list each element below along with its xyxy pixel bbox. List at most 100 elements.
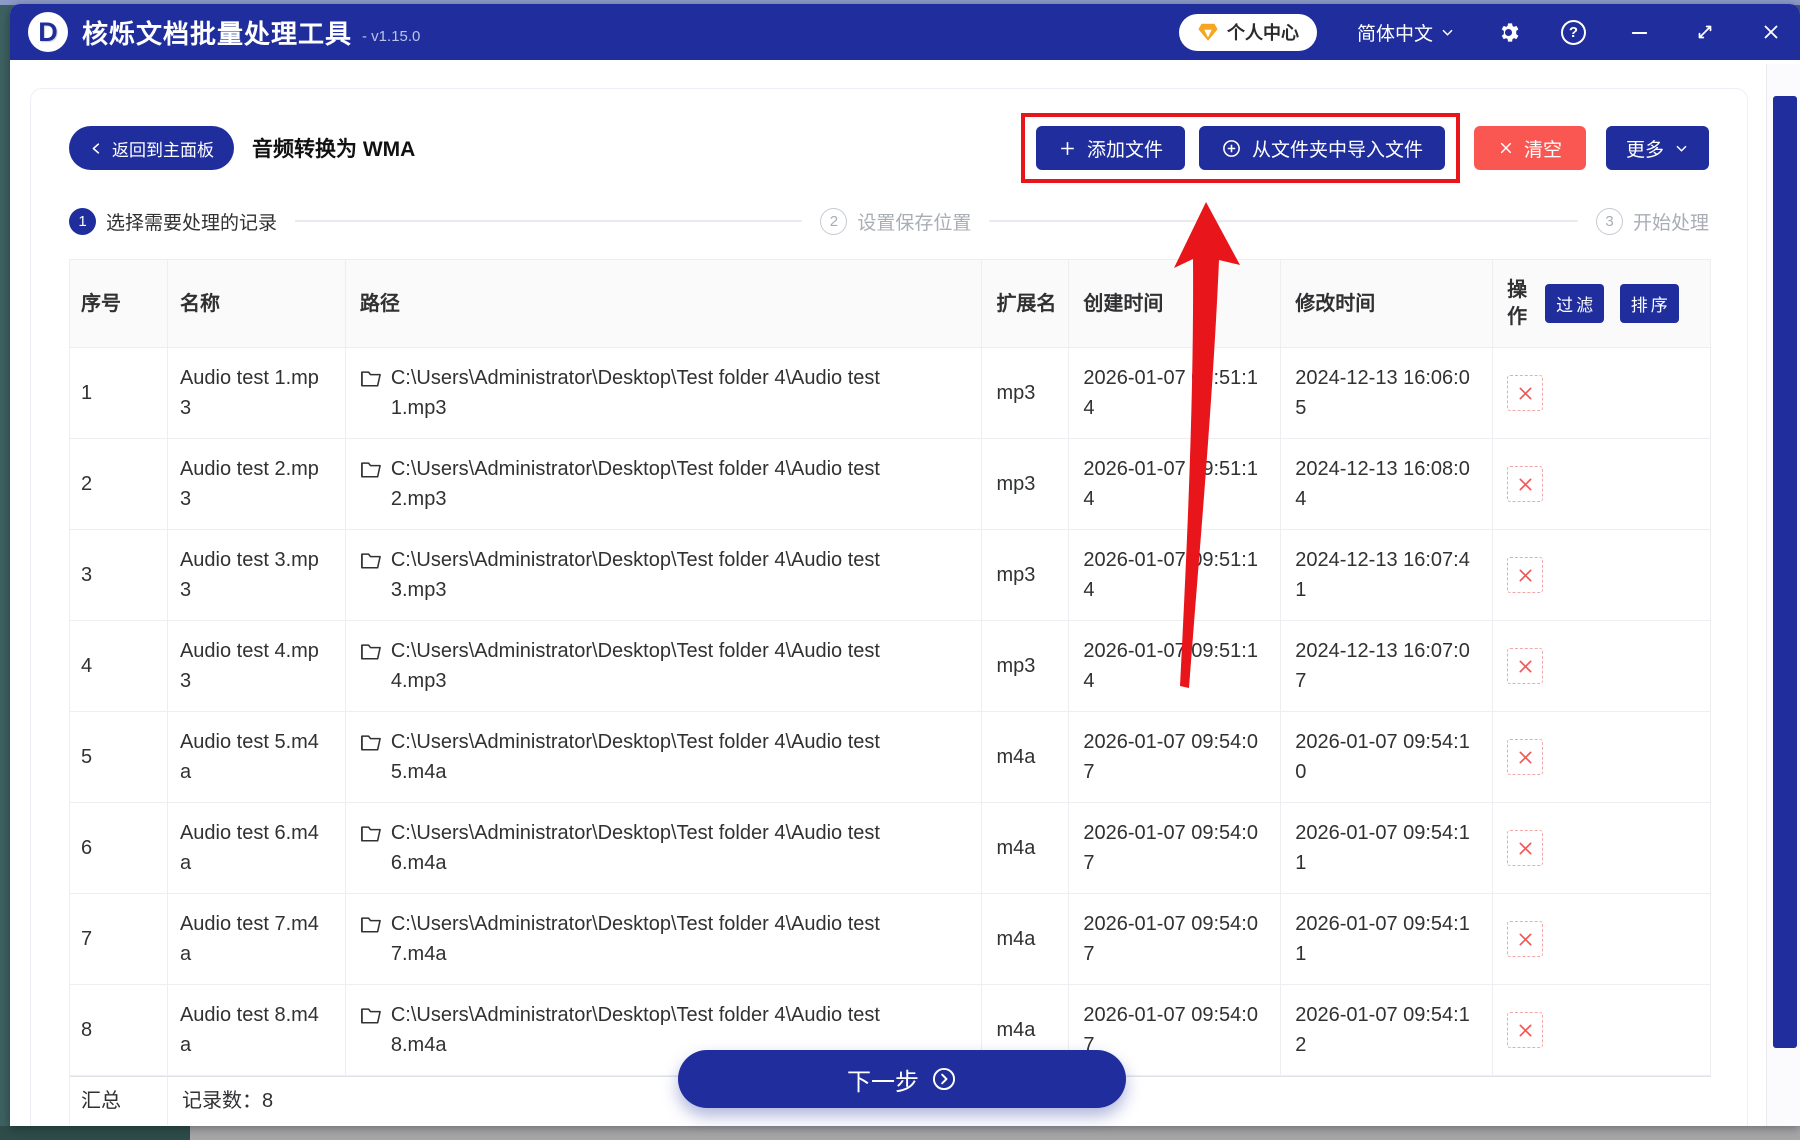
step-2: 2 设置保存位置 — [820, 208, 971, 235]
header-action: 操作 过滤 排序 — [1493, 260, 1711, 348]
more-button[interactable]: 更多 — [1606, 126, 1709, 170]
help-icon[interactable]: ? — [1561, 20, 1586, 45]
import-folder-button[interactable]: 从文件夹中导入文件 — [1199, 126, 1445, 170]
delete-row-button[interactable] — [1507, 1012, 1543, 1048]
cell-path: C:\Users\Administrator\Desktop\Test fold… — [346, 439, 983, 530]
language-label: 简体中文 — [1357, 19, 1433, 46]
cell-extension: m4a — [982, 894, 1069, 985]
cell-modified: 2024-12-13 16:07:07 — [1281, 621, 1493, 712]
table-row: 6Audio test 6.m4a C:\Users\Administrator… — [70, 803, 1711, 894]
cell-created: 2026-01-07 09:54:07 — [1069, 803, 1281, 894]
main-panel: 返回到主面板 音频转换为 WMA 添加文件 从文件夹中导入文件 — [30, 88, 1748, 1126]
maximize-button[interactable] — [1692, 19, 1718, 45]
cell-path: C:\Users\Administrator\Desktop\Test fold… — [346, 803, 983, 894]
step-connector — [989, 220, 1578, 222]
vip-gem-icon — [1197, 21, 1219, 43]
header-name: 名称 — [168, 260, 346, 348]
folder-icon — [360, 636, 382, 661]
titlebar: D 核烁文档批量处理工具 - v1.15.0 个人中心 简体中文 ? — [10, 4, 1800, 60]
cell-extension: m4a — [982, 712, 1069, 803]
desktop-fragment — [0, 1126, 190, 1140]
delete-x-icon — [1516, 748, 1535, 767]
delete-row-button[interactable] — [1507, 648, 1543, 684]
step-3: 3 开始处理 — [1596, 208, 1709, 235]
delete-row-button[interactable] — [1507, 557, 1543, 593]
folder-icon — [360, 818, 382, 843]
cell-action — [1493, 439, 1711, 530]
delete-row-button[interactable] — [1507, 921, 1543, 957]
table-header: 序号 名称 路径 扩展名 创建时间 修改时间 操作 过滤 排序 — [70, 260, 1711, 348]
filter-button[interactable]: 过滤 — [1545, 284, 1604, 323]
delete-row-button[interactable] — [1507, 830, 1543, 866]
account-center-button[interactable]: 个人中心 — [1179, 14, 1317, 51]
cell-modified: 2024-12-13 16:08:04 — [1281, 439, 1493, 530]
folder-icon — [360, 363, 382, 388]
back-button-label: 返回到主面板 — [112, 136, 214, 161]
scrollbar-track[interactable] — [1766, 64, 1800, 1126]
delete-row-button[interactable] — [1507, 466, 1543, 502]
cell-name: Audio test 6.m4a — [168, 803, 346, 894]
cell-index: 5 — [70, 712, 168, 803]
clear-button[interactable]: 清空 — [1474, 126, 1586, 170]
language-selector[interactable]: 简体中文 — [1357, 19, 1455, 46]
cell-created: 2026-01-07 09:54:07 — [1069, 712, 1281, 803]
folder-icon — [360, 454, 382, 479]
cell-extension: mp3 — [982, 530, 1069, 621]
delete-x-icon — [1516, 930, 1535, 949]
step-3-number: 3 — [1596, 208, 1623, 235]
import-folder-label: 从文件夹中导入文件 — [1252, 135, 1423, 162]
sort-button[interactable]: 排序 — [1620, 284, 1679, 323]
table-row: 7Audio test 7.m4a C:\Users\Administrator… — [70, 894, 1711, 985]
header-index: 序号 — [70, 260, 168, 348]
header-path: 路径 — [346, 260, 983, 348]
cell-created: 2026-01-07 09:54:07 — [1069, 894, 1281, 985]
file-table: 序号 名称 路径 扩展名 创建时间 修改时间 操作 过滤 排序 1Audio t… — [69, 259, 1711, 1125]
cell-path: C:\Users\Administrator\Desktop\Test fold… — [346, 621, 983, 712]
chevron-down-icon — [1440, 19, 1455, 45]
table-row: 3Audio test 3.mp3 C:\Users\Administrator… — [70, 530, 1711, 621]
close-button[interactable] — [1758, 19, 1784, 45]
cell-created: 2026-01-07 09:51:14 — [1069, 530, 1281, 621]
cell-index: 6 — [70, 803, 168, 894]
toolbar: 返回到主面板 音频转换为 WMA 添加文件 从文件夹中导入文件 — [69, 113, 1709, 183]
folder-icon — [360, 909, 382, 934]
chevron-left-icon — [89, 135, 104, 161]
step-2-number: 2 — [820, 208, 847, 235]
more-button-label: 更多 — [1626, 135, 1664, 162]
cell-modified: 2026-01-07 09:54:11 — [1281, 803, 1493, 894]
cell-index: 4 — [70, 621, 168, 712]
app-version: - v1.15.0 — [362, 28, 420, 45]
cell-modified: 2024-12-13 16:07:41 — [1281, 530, 1493, 621]
header-action-label: 操作 — [1507, 277, 1531, 331]
cell-action — [1493, 530, 1711, 621]
cell-modified: 2024-12-13 16:06:05 — [1281, 348, 1493, 439]
app-logo: D — [28, 12, 68, 52]
cell-extension: mp3 — [982, 439, 1069, 530]
taskbar-fragment — [190, 1126, 1800, 1140]
delete-x-icon — [1516, 657, 1535, 676]
next-step-button[interactable]: 下一步 — [678, 1050, 1126, 1108]
table-body: 1Audio test 1.mp3 C:\Users\Administrator… — [70, 348, 1711, 1076]
app-window: D 核烁文档批量处理工具 - v1.15.0 个人中心 简体中文 ? — [10, 4, 1800, 1126]
back-button[interactable]: 返回到主面板 — [69, 126, 234, 170]
cell-modified: 2026-01-07 09:54:11 — [1281, 894, 1493, 985]
delete-row-button[interactable] — [1507, 375, 1543, 411]
cell-index: 2 — [70, 439, 168, 530]
settings-gear-icon[interactable] — [1495, 19, 1521, 45]
delete-x-icon — [1516, 839, 1535, 858]
step-3-label: 开始处理 — [1633, 208, 1709, 235]
add-files-button[interactable]: 添加文件 — [1036, 126, 1185, 170]
cell-action — [1493, 712, 1711, 803]
cell-path: C:\Users\Administrator\Desktop\Test fold… — [346, 894, 983, 985]
chevron-down-icon — [1674, 135, 1689, 161]
cell-created: 2026-01-07 09:51:14 — [1069, 439, 1281, 530]
cell-index: 7 — [70, 894, 168, 985]
cell-action — [1493, 803, 1711, 894]
scrollbar-thumb[interactable] — [1773, 96, 1797, 1048]
minimize-button[interactable] — [1626, 19, 1652, 45]
account-center-label: 个人中心 — [1227, 19, 1299, 45]
delete-row-button[interactable] — [1507, 739, 1543, 775]
cell-extension: mp3 — [982, 621, 1069, 712]
cell-modified: 2026-01-07 09:54:12 — [1281, 985, 1493, 1076]
cell-name: Audio test 8.m4a — [168, 985, 346, 1076]
